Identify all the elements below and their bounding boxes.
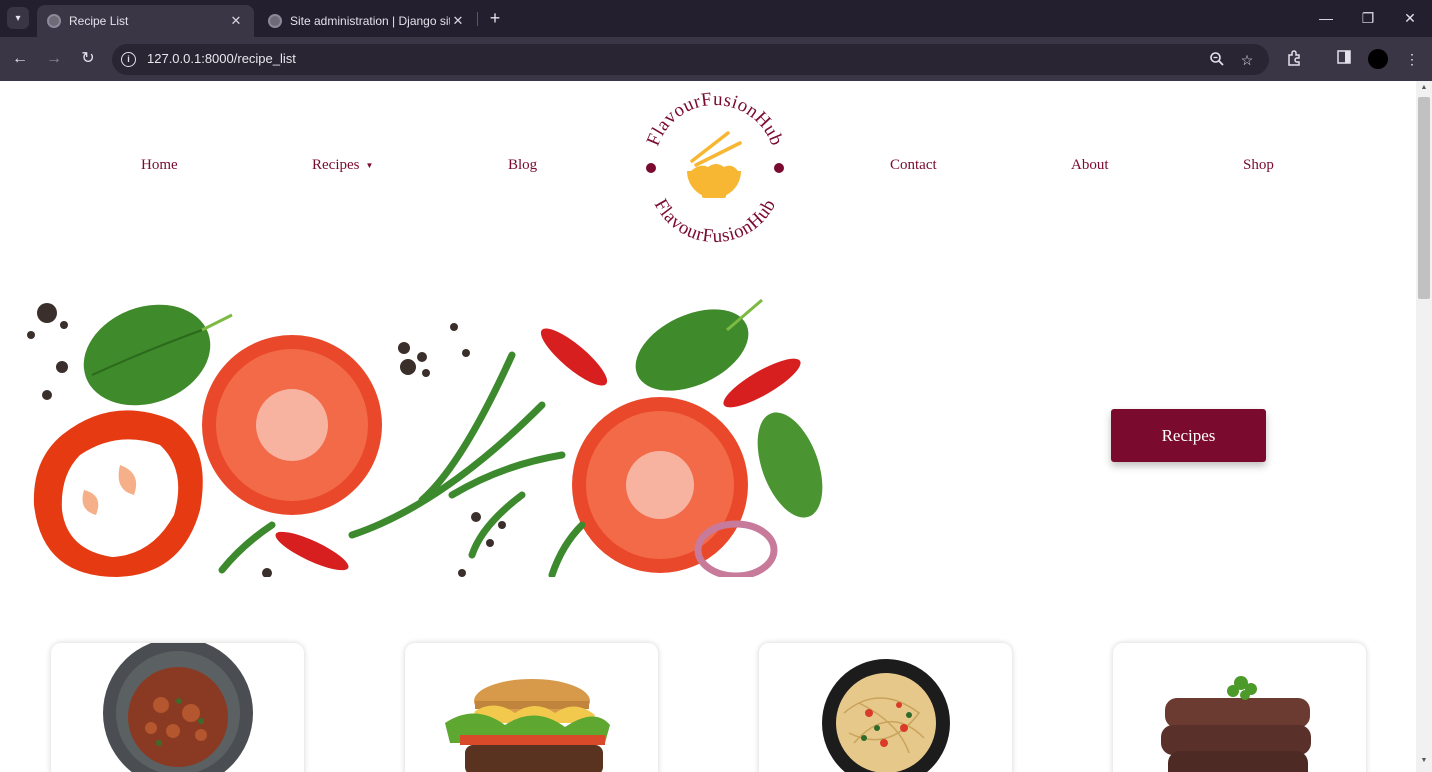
page-scrollbar[interactable]: ▲ ▼	[1416, 81, 1432, 772]
recipes-cta-button[interactable]: Recipes	[1111, 409, 1266, 462]
restore-icon[interactable]: ❐	[1348, 6, 1388, 30]
zoom-icon[interactable]	[1208, 51, 1226, 69]
nav-recipes-label: Recipes	[312, 157, 360, 173]
tab-django-admin[interactable]: Site administration | Django site admin …	[258, 5, 476, 37]
recipe-card[interactable]	[1113, 643, 1366, 772]
scrollbar-thumb[interactable]	[1418, 97, 1430, 299]
recipe-card[interactable]	[405, 643, 658, 772]
globe-icon	[47, 14, 61, 28]
logo-text-top: FlavourFusionHub	[643, 89, 787, 149]
hero-vegetables-image	[27, 298, 823, 577]
tab-title: Site administration | Django site admin	[290, 14, 450, 28]
globe-icon	[268, 14, 282, 28]
browser-tabstrip: ▾ Recipe List ✕ Site administration | Dj…	[0, 0, 1432, 37]
stew-bowl-image	[103, 643, 253, 772]
spaghetti-plate-image	[822, 659, 950, 772]
more-menu-icon[interactable]: ⋮	[1402, 49, 1422, 69]
logo-text-bottom: FlavourFusionHub	[650, 196, 780, 248]
tab-title: Recipe List	[69, 14, 129, 28]
scroll-up-icon[interactable]: ▲	[1420, 84, 1428, 91]
page-content: Home Recipes ▼ Blog Contact About Shop Fl…	[0, 81, 1416, 772]
extensions-icon[interactable]	[1285, 49, 1305, 69]
burger-image	[445, 679, 610, 772]
scroll-down-icon[interactable]: ▼	[1420, 757, 1428, 764]
address-bar[interactable]: i 127.0.0.1:8000/recipe_list ☆	[112, 44, 1269, 75]
tab-search-button[interactable]: ▾	[7, 7, 29, 29]
nav-blog-link[interactable]: Blog	[508, 157, 537, 174]
nav-recipes-dropdown[interactable]: Recipes ▼	[312, 157, 373, 174]
close-tab-icon[interactable]: ✕	[450, 13, 466, 29]
reload-icon[interactable]: ↻	[76, 47, 100, 71]
svg-text:FlavourFusionHub: FlavourFusionHub	[650, 196, 780, 248]
nav-home-link[interactable]: Home	[141, 157, 178, 174]
close-tab-icon[interactable]: ✕	[228, 13, 244, 29]
tab-divider	[477, 12, 478, 26]
profile-avatar[interactable]	[1368, 49, 1388, 69]
new-tab-button[interactable]: +	[485, 8, 505, 28]
bookmark-star-icon[interactable]: ☆	[1238, 51, 1256, 69]
recipe-card[interactable]	[51, 643, 304, 772]
nav-shop-link[interactable]: Shop	[1243, 157, 1274, 174]
side-panel-icon[interactable]	[1334, 49, 1354, 69]
steak-stack-image	[1161, 676, 1311, 772]
close-window-icon[interactable]: ✕	[1390, 6, 1430, 30]
site-info-icon[interactable]: i	[121, 52, 136, 67]
nav-about-link[interactable]: About	[1071, 157, 1109, 174]
nav-contact-link[interactable]: Contact	[890, 157, 937, 174]
recipe-card[interactable]	[759, 643, 1012, 772]
svg-text:FlavourFusionHub: FlavourFusionHub	[643, 89, 787, 149]
forward-arrow-icon[interactable]: →	[42, 47, 66, 71]
back-arrow-icon[interactable]: ←	[8, 47, 32, 71]
minimize-icon[interactable]: —	[1306, 6, 1346, 30]
flavourfusionhub-logo[interactable]: FlavourFusionHub FlavourFusionHub	[634, 89, 796, 251]
tab-recipe-list[interactable]: Recipe List ✕	[37, 5, 254, 37]
caret-down-icon: ▼	[365, 161, 374, 171]
browser-toolbar: ← → ↻ i 127.0.0.1:8000/recipe_list ☆ ⋮	[0, 37, 1432, 81]
url-text[interactable]: 127.0.0.1:8000/recipe_list	[147, 51, 296, 66]
